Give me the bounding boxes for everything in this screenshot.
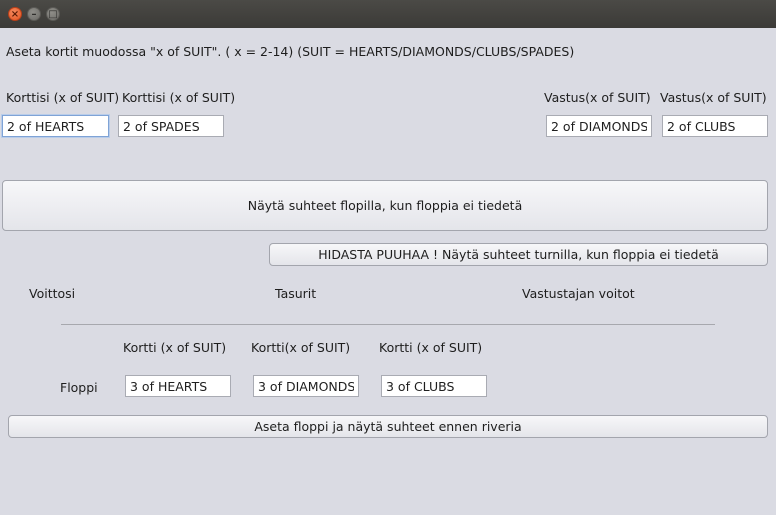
opponent-card-2-label: Vastus(x of SUIT) — [660, 90, 767, 105]
opponent-wins-label: Vastustajan voitot — [522, 286, 635, 301]
your-card-1-input[interactable] — [2, 115, 109, 137]
results-separator — [61, 324, 715, 325]
flop-card-3-input[interactable] — [381, 375, 487, 397]
turn-odds-button[interactable]: HIDASTA PUUHAA ! Näytä suhteet turnilla,… — [269, 243, 768, 266]
flop-card-2-input[interactable] — [253, 375, 359, 397]
flop-card-2-label: Kortti(x of SUIT) — [251, 340, 351, 355]
opponent-card-1-label: Vastus(x of SUIT) — [544, 90, 651, 105]
ties-label: Tasurit — [275, 286, 317, 301]
opponent-card-1-input[interactable] — [546, 115, 652, 137]
close-window-button[interactable]: × — [8, 7, 22, 21]
flop-card-3-label: Kortti (x of SUIT) — [379, 340, 483, 355]
your-card-2-input[interactable] — [118, 115, 224, 137]
opponent-card-2-input[interactable] — [662, 115, 768, 137]
wins-label: Voittosi — [29, 286, 76, 301]
instructions-label: Aseta kortit muodossa "x of SUIT". ( x =… — [6, 44, 575, 59]
your-card-2-label: Korttisi (x of SUIT) — [122, 90, 236, 105]
your-card-1-label: Korttisi (x of SUIT) — [6, 90, 120, 105]
minimize-window-button[interactable]: – — [27, 7, 41, 21]
window-titlebar: × – □ — [0, 0, 776, 28]
flop-label: Floppi — [60, 380, 98, 395]
flop-odds-button[interactable]: Näytä suhteet flopilla, kun floppia ei t… — [2, 180, 768, 231]
maximize-window-button[interactable]: □ — [46, 7, 60, 21]
set-flop-button[interactable]: Aseta floppi ja näytä suhteet ennen rive… — [8, 415, 768, 438]
flop-card-1-label: Kortti (x of SUIT) — [123, 340, 227, 355]
flop-card-1-input[interactable] — [125, 375, 231, 397]
